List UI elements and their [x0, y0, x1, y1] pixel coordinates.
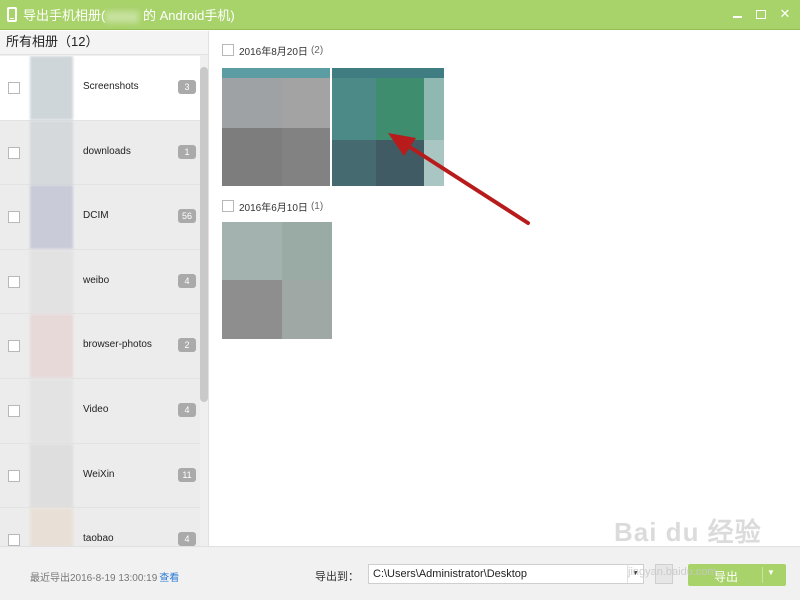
album-name: Video	[83, 403, 109, 415]
album-name: browser-photos	[83, 339, 152, 351]
album-thumbnail	[30, 314, 73, 379]
album-count-badge: 3	[178, 80, 196, 94]
album-count-badge: 1	[178, 144, 196, 159]
group-date: 2016年6月10日	[239, 202, 308, 214]
album-checkbox[interactable]	[8, 534, 20, 546]
baidu-jingyan-url-watermark: jingyan.baidu.com	[628, 566, 717, 578]
album-name: DCIM	[83, 210, 109, 222]
window-title-prefix: 导出手机相册(	[23, 8, 106, 23]
album-checkbox[interactable]	[8, 82, 20, 94]
photo-tile	[222, 78, 282, 128]
minimize-icon[interactable]	[730, 7, 744, 21]
photo-group-2016-08-20: 2016年8月20日 (2)	[222, 42, 323, 58]
photo-tile	[424, 140, 444, 186]
album-item-downloads[interactable]: downloads 1	[0, 120, 200, 186]
photo-tile	[424, 78, 444, 140]
album-count-badge: 4	[178, 273, 196, 288]
photo-tile	[282, 128, 330, 186]
view-link[interactable]: 查看	[159, 573, 179, 584]
close-icon[interactable]: ✕	[778, 7, 792, 21]
album-item-taobao[interactable]: taobao 4	[0, 508, 200, 546]
photo-tile	[282, 280, 332, 339]
album-count-badge: 2	[178, 338, 196, 353]
album-checkbox[interactable]	[8, 469, 20, 482]
album-count-badge: 56	[177, 209, 196, 224]
group-checkbox[interactable]	[222, 200, 234, 212]
group-count: (2)	[310, 44, 324, 56]
album-thumbnail	[30, 508, 73, 546]
photo-thumbnail[interactable]	[332, 68, 444, 186]
album-checkbox[interactable]	[8, 340, 20, 353]
export-path-select[interactable]: C:\Users\Administrator\Desktop ▼	[368, 564, 644, 584]
album-count-badge: 4	[178, 402, 196, 417]
blurred-device-name	[105, 10, 140, 23]
album-thumbnail	[30, 443, 73, 508]
export-options-chevron-icon[interactable]: ▼	[767, 568, 775, 577]
photo-tile	[222, 128, 282, 186]
title-bar: 导出手机相册( 的 Android手机) ✕	[0, 0, 800, 30]
photo-grid-panel: 2016年8月20日 (2) 2016年6月10日 (1)	[210, 31, 800, 546]
album-name: taobao	[83, 533, 114, 545]
album-item-screenshots[interactable]: Screenshots 3	[0, 56, 200, 121]
window-controls: ✕	[730, 7, 792, 21]
photo-tile	[332, 78, 376, 140]
photo-group-2016-06-10: 2016年6月10日 (1)	[222, 198, 323, 214]
album-item-weixin[interactable]: WeiXin 11	[0, 443, 200, 509]
photo-tile	[376, 140, 424, 186]
album-thumbnail	[30, 378, 73, 443]
album-name: WeiXin	[83, 468, 115, 480]
maximize-icon[interactable]	[754, 7, 768, 21]
photo-thumbnail[interactable]	[222, 68, 330, 186]
photo-thumbnail[interactable]	[222, 222, 332, 339]
album-thumbnail	[30, 185, 73, 250]
album-checkbox[interactable]	[8, 404, 20, 417]
album-item-weibo[interactable]: weibo 4	[0, 249, 200, 315]
window-title-suffix: 的 Android手机)	[142, 8, 235, 23]
album-item-video[interactable]: Video 4	[0, 378, 200, 444]
recent-export-info: 最近导出2016-8-19 13:00:19 查看	[30, 569, 179, 584]
group-checkbox[interactable]	[222, 44, 234, 56]
group-count: (1)	[310, 200, 324, 212]
album-list-scrollbar[interactable]	[200, 67, 208, 402]
export-button-label: 导出	[714, 570, 739, 584]
export-to-label: 导出到：	[315, 571, 359, 583]
album-name: downloads	[83, 145, 131, 157]
album-count-badge: 11	[178, 467, 196, 482]
photo-tile	[222, 280, 282, 339]
baidu-jingyan-watermark: Bai du 经验	[614, 517, 762, 547]
group-date: 2016年8月20日	[239, 46, 308, 58]
photo-tile	[282, 78, 330, 128]
album-thumbnail	[30, 249, 73, 314]
album-list: Screenshots 3 downloads 1 DCIM 56 weibo …	[0, 56, 200, 546]
album-name: Screenshots	[83, 81, 139, 92]
window-title: 导出手机相册( 的 Android手机)	[23, 5, 235, 24]
photo-tile	[222, 68, 330, 78]
album-checkbox[interactable]	[8, 146, 20, 159]
photo-tile	[376, 78, 424, 140]
album-checkbox[interactable]	[8, 275, 20, 288]
album-thumbnail	[30, 56, 73, 120]
phone-icon	[7, 7, 17, 22]
album-checkbox[interactable]	[8, 211, 20, 224]
photo-tile	[332, 140, 376, 186]
album-name: weibo	[83, 274, 110, 286]
album-item-browser-photos[interactable]: browser-photos 2	[0, 314, 200, 379]
album-list-header: 所有相册（12）	[0, 31, 208, 55]
photo-group-header: 2016年8月20日 (2)	[222, 42, 323, 58]
recent-export-text: 最近导出2016-8-19 13:00:19	[30, 573, 158, 584]
photo-tile	[332, 68, 444, 78]
photo-tile	[282, 222, 332, 280]
album-count-badge: 4	[178, 532, 196, 546]
album-sidebar: 所有相册（12） Screenshots 3 downloads 1 DCIM …	[0, 31, 209, 546]
photo-tile	[222, 222, 282, 280]
export-button-divider	[762, 567, 763, 583]
album-item-dcim[interactable]: DCIM 56	[0, 185, 200, 250]
photo-group-header: 2016年6月10日 (1)	[222, 198, 323, 214]
album-thumbnail	[30, 120, 73, 185]
export-path-value: C:\Users\Administrator\Desktop	[373, 568, 528, 580]
